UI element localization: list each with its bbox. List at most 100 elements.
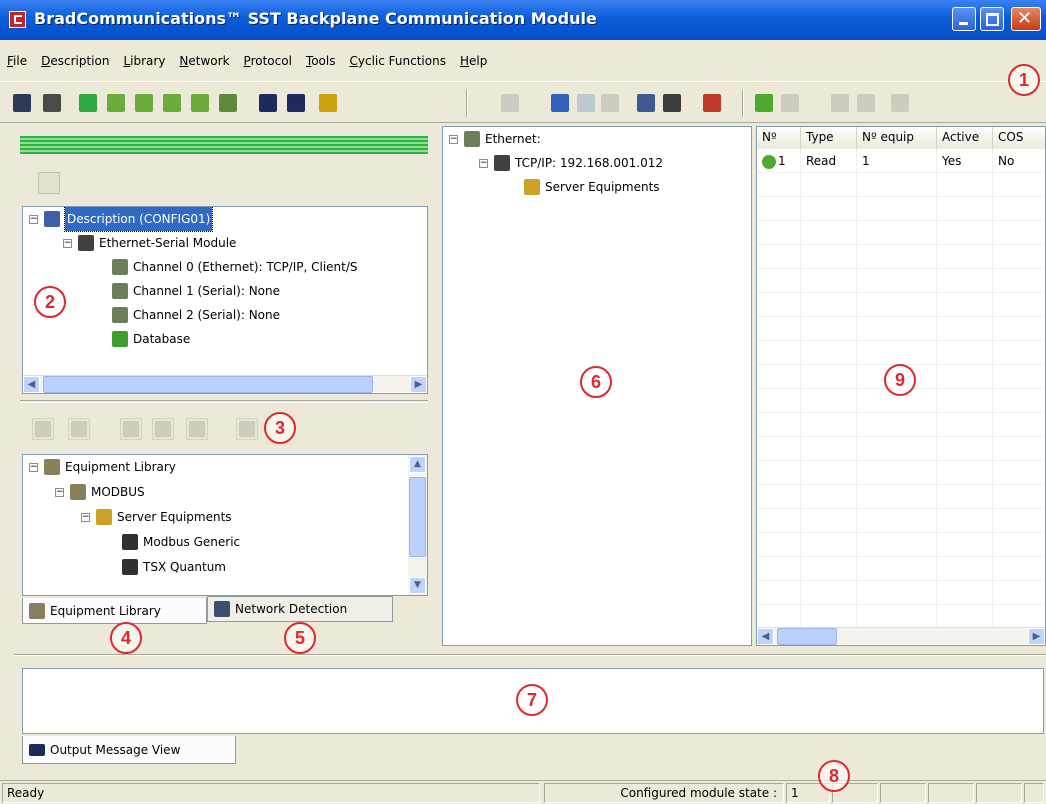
table-row[interactable] [757, 533, 1045, 557]
signal-button[interactable] [660, 91, 684, 115]
column-header[interactable]: Nº equip [857, 127, 937, 149]
tree-item[interactable]: − Description (CONFIG01) [29, 207, 214, 232]
tree-item[interactable]: Channel 1 (Serial): None [97, 279, 280, 303]
description-tool-button[interactable] [38, 172, 60, 194]
scroll-up-icon[interactable]: ▲ [409, 456, 426, 473]
scroll-right-icon[interactable]: ▶ [1028, 628, 1045, 645]
scroll-left-icon[interactable]: ◀ [757, 628, 774, 645]
table-row[interactable] [757, 317, 1045, 341]
column-header[interactable]: Active [937, 127, 993, 149]
set-button[interactable] [188, 91, 212, 115]
remove-button[interactable] [888, 91, 912, 115]
table-row[interactable] [757, 341, 1045, 365]
tree-item[interactable]: Channel 2 (Serial): None [97, 303, 280, 327]
print-button[interactable] [40, 91, 64, 115]
tab-output-message-view[interactable]: Output Message View [22, 736, 236, 764]
scroll-down-icon[interactable]: ▼ [409, 577, 426, 594]
list-button[interactable] [634, 91, 658, 115]
export-button[interactable] [186, 418, 208, 440]
table-horizontal-scrollbar[interactable]: ◀ ▶ [757, 627, 1045, 645]
menu-protocol[interactable]: Protocol [237, 54, 299, 68]
tree-item[interactable]: − Server Equipments [81, 505, 232, 529]
table-row[interactable] [757, 221, 1045, 245]
get-button[interactable] [160, 91, 184, 115]
maximize-button[interactable] [980, 7, 1004, 31]
table-row[interactable] [757, 269, 1045, 293]
close-button[interactable]: ✕ [1011, 7, 1041, 31]
device-button[interactable] [548, 91, 572, 115]
description-horizontal-scrollbar[interactable]: ◀ ▶ [23, 375, 427, 393]
menu-cyclic-functions[interactable]: Cyclic Functions [343, 54, 453, 68]
move-button[interactable] [152, 418, 174, 440]
collapse-icon[interactable]: − [55, 487, 64, 497]
table-row[interactable] [757, 557, 1045, 581]
collapse-icon[interactable]: − [63, 238, 72, 248]
splitter[interactable] [14, 654, 1046, 656]
table-row[interactable] [757, 509, 1045, 533]
collapse-icon[interactable]: − [81, 512, 90, 522]
delete-button[interactable] [498, 91, 522, 115]
window-layout-button[interactable] [256, 91, 280, 115]
import-button[interactable] [120, 418, 142, 440]
help-button[interactable] [316, 91, 340, 115]
resize-grip[interactable] [1024, 783, 1044, 803]
arrow-right-button[interactable] [574, 91, 598, 115]
table-row[interactable] [757, 437, 1045, 461]
column-header[interactable]: COS [993, 127, 1045, 149]
menu-tools[interactable]: Tools [299, 54, 343, 68]
minimize-button[interactable] [952, 7, 976, 31]
tree-item[interactable]: Server Equipments [509, 175, 660, 199]
remove-library-button[interactable] [68, 418, 90, 440]
table-row[interactable]: 1 Read 1 Yes No [757, 149, 1045, 173]
tree-item[interactable]: Database [97, 327, 190, 351]
tree-item[interactable]: − Ethernet-Serial Module [63, 231, 236, 255]
save-button[interactable] [10, 91, 34, 115]
pin-button[interactable] [700, 91, 724, 115]
flag-button[interactable] [76, 91, 100, 115]
table-row[interactable] [757, 245, 1045, 269]
cyclic-button[interactable] [752, 91, 776, 115]
tree-item[interactable]: − TCP/IP: 192.168.001.012 [479, 151, 663, 175]
module-button[interactable] [598, 91, 622, 115]
menu-library[interactable]: Library [116, 54, 172, 68]
menu-network[interactable]: Network [172, 54, 236, 68]
table-row[interactable] [757, 293, 1045, 317]
tree-item[interactable]: − Ethernet: [449, 127, 541, 151]
scroll-thumb[interactable] [43, 376, 373, 393]
column-header[interactable]: Type [801, 127, 857, 149]
tree-item[interactable]: − MODBUS [55, 480, 145, 504]
paste-button[interactable] [854, 91, 878, 115]
scroll-left-icon[interactable]: ◀ [23, 376, 40, 393]
collapse-icon[interactable]: − [29, 214, 38, 224]
table-row[interactable] [757, 605, 1045, 629]
table-row[interactable] [757, 461, 1045, 485]
network-node-button[interactable] [216, 91, 240, 115]
splitter[interactable] [20, 400, 428, 403]
write-button[interactable] [132, 91, 156, 115]
cyclic-disabled-button[interactable] [778, 91, 802, 115]
library-vertical-scrollbar[interactable]: ▲ ▼ [408, 455, 427, 595]
tree-item[interactable]: Channel 0 (Ethernet): TCP/IP, Client/S [97, 255, 358, 279]
tab-network-detection[interactable]: Network Detection [207, 596, 393, 622]
tree-item[interactable]: − Equipment Library [29, 455, 176, 479]
table-row[interactable] [757, 485, 1045, 509]
tree-item[interactable]: TSX Quantum [107, 555, 226, 579]
collapse-icon[interactable]: − [29, 462, 38, 472]
collapse-icon[interactable]: − [479, 158, 488, 168]
menu-file[interactable]: File [0, 54, 34, 68]
table-row[interactable] [757, 581, 1045, 605]
collapse-icon[interactable]: − [449, 134, 458, 144]
title-bar[interactable]: BradCommunications™ SST Backplane Commun… [0, 0, 1046, 40]
window-layout-alt-button[interactable] [284, 91, 308, 115]
copy-button[interactable] [828, 91, 852, 115]
table-row[interactable] [757, 173, 1045, 197]
add-library-button[interactable] [32, 418, 54, 440]
menu-help[interactable]: Help [453, 54, 494, 68]
column-header[interactable]: Nº [757, 127, 801, 149]
tree-item[interactable]: Modbus Generic [107, 530, 240, 554]
menu-description[interactable]: Description [34, 54, 116, 68]
scroll-thumb[interactable] [777, 628, 837, 645]
scroll-right-icon[interactable]: ▶ [410, 376, 427, 393]
read-button[interactable] [104, 91, 128, 115]
table-row[interactable] [757, 197, 1045, 221]
